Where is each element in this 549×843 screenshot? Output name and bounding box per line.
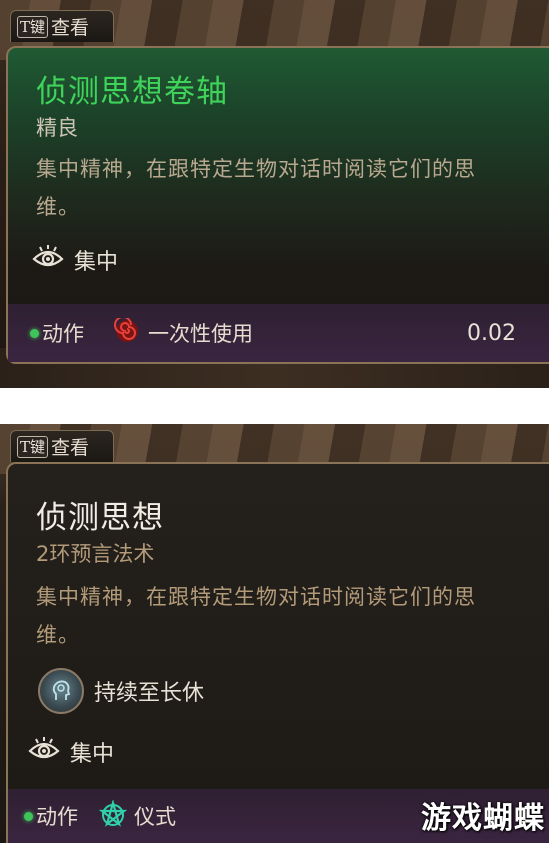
usage-label: 一次性使用 bbox=[148, 322, 253, 346]
concentration-label: 集中 bbox=[70, 742, 115, 767]
separator bbox=[0, 388, 549, 424]
t-key-cap: T键 bbox=[17, 15, 49, 38]
t-key-cap: T键 bbox=[17, 435, 49, 458]
item-title: 侦测思想卷轴 bbox=[36, 74, 228, 110]
ritual-label: 仪式 bbox=[134, 805, 176, 829]
item-rarity: 精良 bbox=[36, 116, 78, 140]
inspect-label: 查看 bbox=[51, 437, 90, 459]
action-cost: 动作 bbox=[30, 318, 84, 348]
site-watermark: 游戏蝴蝶 bbox=[421, 801, 545, 836]
concentration-property: 集中 bbox=[32, 244, 118, 276]
item-weight: 0.02 bbox=[467, 320, 516, 346]
spell-level: 2环预言法术 bbox=[36, 542, 155, 566]
ritual-tag: 仪式 bbox=[96, 798, 176, 833]
tooltip-footer: 动作 一次性使用 0.02 bbox=[8, 304, 549, 362]
scroll-tooltip: 侦测思想卷轴 精良 集中精神，在跟特定生物对话时阅读它们的思维。 集中 动作 一… bbox=[6, 46, 549, 364]
action-dot-icon bbox=[24, 811, 33, 821]
item-tooltip-panel: T键 查看 侦测思想卷轴 精良 集中精神，在跟特定生物对话时阅读它们的思维。 集… bbox=[0, 0, 549, 388]
eye-icon bbox=[28, 736, 60, 768]
action-label: 动作 bbox=[42, 322, 84, 346]
inspect-label: 查看 bbox=[51, 17, 90, 39]
duration-mind-icon bbox=[38, 668, 84, 714]
spiral-icon bbox=[114, 315, 140, 349]
action-dot-icon bbox=[30, 328, 39, 338]
eye-icon bbox=[32, 244, 64, 276]
inspect-key-tab[interactable]: T键 查看 bbox=[10, 10, 114, 42]
spell-tooltip-panel: T键 查看 侦测思想 2环预言法术 集中精神，在跟特定生物对话时阅读它们的思维。… bbox=[0, 424, 549, 843]
duration-label: 持续至长休 bbox=[94, 681, 205, 706]
spell-title: 侦测思想 bbox=[36, 500, 164, 536]
spell-tooltip: 侦测思想 2环预言法术 集中精神，在跟特定生物对话时阅读它们的思维。 持续至长休 bbox=[6, 462, 549, 843]
inspect-key-tab[interactable]: T键 查看 bbox=[10, 430, 114, 462]
spell-description: 集中精神，在跟特定生物对话时阅读它们的思维。 bbox=[36, 585, 476, 647]
action-cost: 动作 bbox=[24, 801, 78, 831]
item-description: 集中精神，在跟特定生物对话时阅读它们的思维。 bbox=[36, 157, 476, 219]
concentration-property: 集中 bbox=[28, 736, 114, 768]
duration-property: 持续至长休 bbox=[38, 668, 204, 714]
concentration-label: 集中 bbox=[74, 250, 119, 275]
ritual-pentagram-icon bbox=[96, 798, 130, 833]
action-label: 动作 bbox=[36, 805, 78, 829]
usage-type: 一次性使用 bbox=[114, 315, 253, 349]
